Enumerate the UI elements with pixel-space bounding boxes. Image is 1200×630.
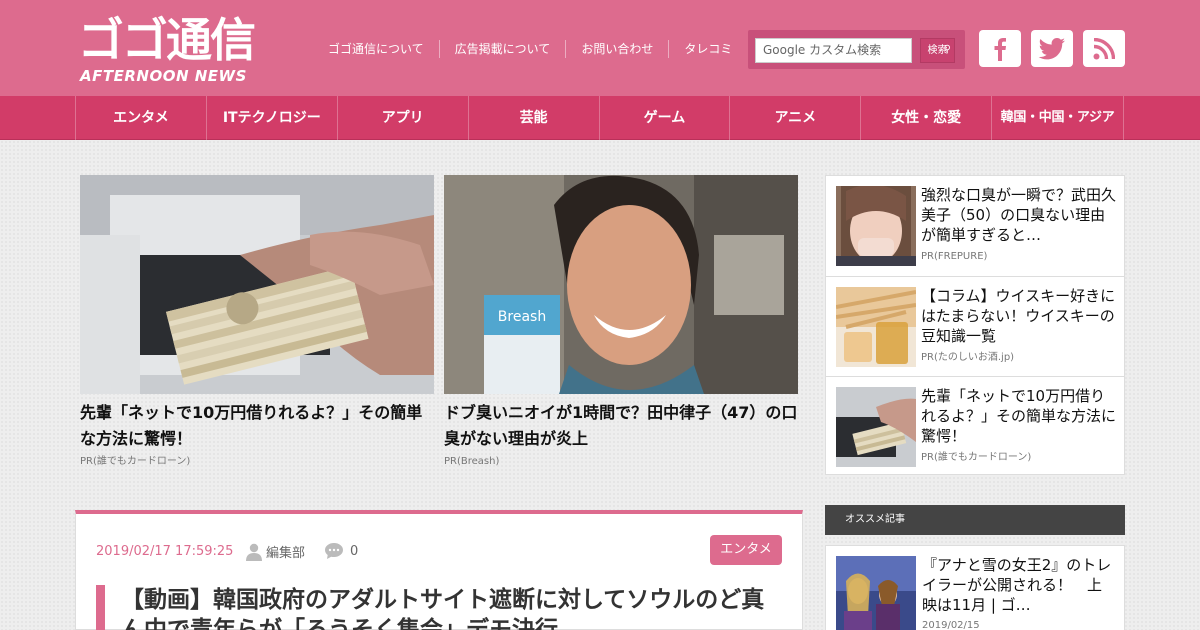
sidebar-pr-item[interactable]: 先輩「ネットで10万円借りれるよ？」その簡単な方法に驚愕！ PR(誰でもカードロ…	[826, 376, 1124, 476]
twitter-button[interactable]	[1031, 30, 1073, 67]
svg-text:Breash: Breash	[498, 309, 546, 325]
rss-button[interactable]	[1083, 30, 1125, 67]
sidebar-pr-title[interactable]: 強烈な口臭が一瞬で？武田久美子（50）の口臭ない理由が簡単すぎると…	[921, 185, 1116, 245]
sidebar-pr-item[interactable]: 【コラム】ウイスキー好きにはたまらない！ウイスキーの豆知識一覧 PR(たのしいお…	[826, 276, 1124, 376]
sidebar-pr-thumbnail[interactable]	[836, 287, 916, 367]
sidebar-pr-item[interactable]: 強烈な口臭が一瞬で？武田久美子（50）の口臭ない理由が簡単すぎると… PR(FR…	[826, 176, 1124, 276]
facebook-button[interactable]	[979, 30, 1021, 67]
featured-article-card[interactable]: Breash ドブ臭いニオイが1時間で？田中律子（47）の口臭がない理由が炎上 …	[444, 175, 798, 469]
link-about[interactable]: ゴゴ通信について	[318, 40, 439, 58]
nav-celebrity[interactable]: 芸能	[469, 96, 600, 140]
recommended-date: 2019/02/15	[922, 620, 980, 630]
search-icon: ⚲	[943, 44, 951, 55]
nav-entertainment[interactable]: エンタメ	[76, 96, 207, 140]
sidebar-pr-thumbnail[interactable]	[836, 387, 916, 467]
category-nav: エンタメ ITテクノロジー アプリ 芸能 ゲーム アニメ 女性・恋愛 韓国・中国…	[0, 96, 1200, 140]
nav-anime[interactable]: アニメ	[730, 96, 862, 140]
featured-title[interactable]: 先輩「ネットで10万円借りれるよ？」その簡単な方法に驚愕！	[80, 400, 434, 452]
featured-source: PR(Breash)	[444, 456, 500, 467]
article-title[interactable]: 【動画】韓国政府のアダルトサイト遮断に対してソウルのど真ん中で青年らが「ろうそく…	[96, 585, 786, 630]
sidebar-pr-box: 強烈な口臭が一瞬で？武田久美子（50）の口臭ない理由が簡単すぎると… PR(FR…	[825, 175, 1125, 475]
sidebar-pr-title[interactable]: 先輩「ネットで10万円借りれるよ？」その簡単な方法に驚愕！	[921, 386, 1116, 446]
rss-icon	[1093, 37, 1115, 59]
article-category-badge[interactable]: エンタメ	[710, 535, 782, 565]
header-links: ゴゴ通信について 広告掲載について お問い合わせ タレコミ	[318, 40, 747, 58]
sidebar-pr-source: PR(誰でもカードローン)	[921, 452, 1032, 463]
sidebar-pr-source: PR(たのしいお酒.jp)	[921, 352, 1015, 363]
featured-title[interactable]: ドブ臭いニオイが1時間で？田中律子（47）の口臭がない理由が炎上	[444, 400, 798, 452]
recommended-title[interactable]: 『アナと雪の女王2』のトレイラーが公開される！ 上映は11月 | ゴ…	[922, 555, 1114, 615]
nav-it-technology[interactable]: ITテクノロジー	[207, 96, 338, 140]
nav-korea-china-asia[interactable]: 韓国・中国・アジア	[992, 96, 1124, 140]
user-icon	[246, 543, 262, 561]
featured-source: PR(誰でもカードローン)	[80, 456, 191, 467]
site-header: ゴゴ通信 AFTERNOON NEWS ゴゴ通信について 広告掲載について お問…	[0, 0, 1200, 96]
sidebar-pr-title[interactable]: 【コラム】ウイスキー好きにはたまらない！ウイスキーの豆知識一覧	[921, 286, 1116, 346]
article-date: 2019/02/17 17:59:25	[96, 544, 234, 559]
site-logo[interactable]: ゴゴ通信 AFTERNOON NEWS	[78, 14, 306, 88]
logo-sub-text: AFTERNOON NEWS	[80, 67, 247, 85]
logo-main-text: ゴゴ通信	[78, 13, 256, 67]
nav-women-love[interactable]: 女性・恋愛	[861, 96, 993, 140]
search-button[interactable]: 検索 ⚲	[920, 38, 955, 63]
article-author-name: 編集部	[266, 546, 306, 561]
recommended-heading: オススメ記事	[825, 505, 1125, 535]
link-tip-off[interactable]: タレコミ	[668, 40, 747, 58]
sidebar-pr-source: PR(FREPURE)	[921, 251, 988, 262]
link-advertising[interactable]: 広告掲載について	[438, 40, 566, 58]
search-input[interactable]: Google カスタム検索	[755, 38, 912, 63]
featured-image-cash-atm[interactable]	[80, 175, 434, 394]
article-comment-count: 0	[350, 543, 359, 559]
sidebar-pr-thumbnail[interactable]	[836, 186, 916, 266]
recommended-thumbnail[interactable]	[836, 556, 916, 630]
article-comments[interactable]: 0	[324, 542, 358, 560]
search-box: Google カスタム検索 検索 ⚲	[748, 30, 965, 69]
comment-icon	[325, 543, 343, 559]
recommended-list: 『アナと雪の女王2』のトレイラーが公開される！ 上映は11月 | ゴ… 2019…	[825, 545, 1125, 630]
nav-apps[interactable]: アプリ	[338, 96, 469, 140]
article-card: 2019/02/17 17:59:25 編集部 0 エンタメ 【動画】韓国政府の…	[75, 510, 803, 630]
featured-image-woman-breash[interactable]: Breash	[444, 175, 798, 394]
article-author[interactable]: 編集部	[246, 542, 305, 561]
twitter-icon	[1038, 37, 1065, 59]
link-contact[interactable]: お問い合わせ	[565, 40, 668, 58]
nav-games[interactable]: ゲーム	[600, 96, 731, 140]
facebook-icon	[994, 37, 1006, 61]
featured-article-card[interactable]: 先輩「ネットで10万円借りれるよ？」その簡単な方法に驚愕！ PR(誰でもカードロ…	[80, 175, 434, 469]
